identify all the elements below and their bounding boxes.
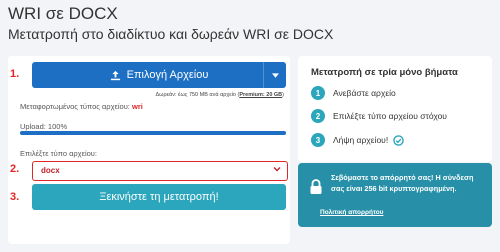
privacy-policy-link[interactable]: Πολιτική απορρήτου [320,209,383,216]
converted-type-label: Μεταφορτωμένος τύπος αρχείου: [20,102,130,111]
step-item-download: 3 Λήψη αρχείου! [311,133,404,147]
step-number-3: 3. [10,191,20,203]
steps-panel: Μετατροπή σε τρία μόνο βήματα 1 Ανεβάστε… [298,56,492,162]
step-number-1: 1. [10,68,20,80]
choose-type-label: Επιλέξτε τύπο αρχείου: [20,149,97,158]
upload-progress-fill [20,131,286,135]
check-circle-icon [393,134,404,146]
step-text: Επιλέξτε τύπο αρχείου στόχου [333,111,447,121]
security-notice: Σεβόμαστε το απόρρητό σας! Η σύνδεση σας… [298,163,492,227]
step-number-2: 2. [10,163,20,175]
upload-status: Upload: 100% [20,122,68,131]
chevron-down-icon [273,165,281,175]
upload-progress-bar [20,131,286,135]
lock-icon [309,179,323,200]
page-title: WRI σε DOCX [8,4,118,23]
step-item-choose: 2 Επιλέξτε τύπο αρχείου στόχου [311,109,447,123]
converted-type-row: Μεταφορτωμένος τύπος αρχείου: wri [20,102,143,111]
step-badge: 1 [311,86,325,100]
page-subtitle: Μετατροπή στο διαδίκτυο και δωρεάν WRI σ… [8,26,334,42]
step-badge: 3 [311,133,325,147]
step-item-upload: 1 Ανεβάστε αρχείο [311,86,396,100]
choose-file-label: Επιλογή Αρχείου [126,69,209,81]
converted-type-value: wri [131,102,143,111]
step-text: Ανεβάστε αρχείο [333,88,396,98]
file-size-limit-note: Δωρεάν: έως 750 MB ανά αρχείο (Premium: … [155,92,284,98]
step-badge: 2 [311,109,325,123]
premium-link[interactable]: Premium: 20 GB [239,92,282,98]
upload-icon [110,70,121,81]
caret-down-icon[interactable] [263,62,286,88]
steps-title: Μετατροπή σε τρία μόνο βήματα [311,67,458,78]
selected-format: docx [41,166,60,175]
choose-file-button[interactable]: Επιλογή Αρχείου [32,62,286,88]
start-conversion-button[interactable]: Ξεκινήστε τη μετατροπή! [32,184,286,210]
converter-panel: 1. Επιλογή Αρχείου Δωρεάν: έως 750 MB αν… [8,56,290,244]
target-format-select[interactable]: docx [32,161,288,181]
step-text: Λήψη αρχείου! [333,135,389,145]
security-text: Σεβόμαστε το απόρρητό σας! Η σύνδεση σας… [331,173,474,193]
